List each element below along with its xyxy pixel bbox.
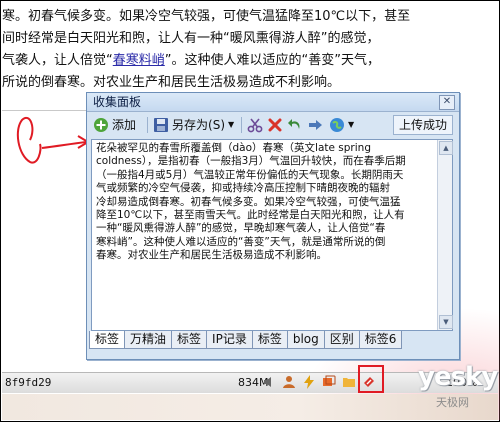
- scissors-icon: [247, 118, 263, 133]
- user-icon[interactable]: [282, 375, 296, 389]
- delete-button[interactable]: [267, 114, 286, 136]
- chevron-down-icon: ▼: [228, 120, 235, 129]
- folder-icon[interactable]: [342, 375, 356, 389]
- close-icon[interactable]: ✕: [439, 95, 455, 110]
- watermark-sub: 天极网: [436, 396, 469, 409]
- editor-line: （一般指4月或5月）气温较正常年份偏低的天气现象。长期阴雨天: [96, 168, 404, 181]
- undo-button[interactable]: [287, 114, 306, 136]
- redo-button[interactable]: [307, 114, 326, 136]
- tab-label-3[interactable]: 标签: [251, 331, 288, 349]
- delete-x-icon: [268, 118, 282, 132]
- editor-line: coldness），是指初春（一般指3月）气温回升较快，而在春季后期: [96, 155, 406, 168]
- tab-ip-record[interactable]: IP记录: [206, 331, 253, 349]
- redo-arrow-icon: [309, 120, 322, 130]
- article-line-2: 间时经常是白天阳光和煦，让人有一种“暖风熏得游人醉”的感觉，: [2, 31, 380, 46]
- undo-icon: [288, 119, 300, 129]
- editor-content: 花朵被罕见的春雪所覆盖倒（dào）春寒（英文late spring coldne…: [96, 142, 426, 263]
- tab-label-2[interactable]: 标签: [171, 331, 208, 349]
- editor-scrollbar[interactable]: ▲ ▼: [437, 140, 453, 330]
- article-link[interactable]: 春寒料峭: [113, 53, 165, 68]
- panel-toolbar: 添加 另存为 (S) ▼ ▼ 上传成功: [91, 114, 453, 136]
- editor-line: 降至10℃以下，甚至雨雪天气。此时经常是白天阳光和煦，让人有: [96, 208, 405, 221]
- editor-line: 冷却易造成倒春寒。初春气候多变。如果冷空气较强，可使气温猛: [96, 195, 401, 208]
- status-text: 8f9fd29: [5, 376, 52, 389]
- scroll-down-icon[interactable]: ▼: [439, 315, 453, 329]
- add-icon: [94, 118, 108, 132]
- article-line-3: 气袭人，让人倍觉“春寒料峭”。这种使人难以适应的“善变”天气，: [2, 53, 380, 68]
- globe-menu-button[interactable]: ▼: [329, 114, 354, 136]
- editor-line: 花朵被罕见的春雪所覆盖倒（dào）春寒（英文late spring: [96, 142, 371, 154]
- editor-line: 气或频繁的冷空气侵袭，抑或持续冷高压控制下晴朗夜晚的辐射: [96, 182, 390, 195]
- collection-editor[interactable]: 花朵被罕见的春雪所覆盖倒（dào）春寒（英文late spring coldne…: [91, 139, 453, 331]
- panel-titlebar[interactable]: 收集面板 ✕: [87, 93, 459, 112]
- editor-line: 寒料峭”。这种使人难以适应的“善变”天气，就是通常所说的倒: [96, 235, 386, 248]
- tab-blog[interactable]: blog: [286, 331, 325, 349]
- toolbar-separator: [147, 117, 148, 133]
- tab-label-6[interactable]: 标签6: [358, 331, 403, 349]
- globe-icon: [330, 118, 344, 132]
- editor-line: 一种“暖风熏得游人醉”的感觉，早晚却寒气袭人，让人倍觉“春: [96, 222, 386, 235]
- window-icon[interactable]: [322, 375, 336, 389]
- lightning-icon[interactable]: [302, 375, 316, 389]
- panel-title: 收集面板: [93, 95, 142, 109]
- red-annotation-scribble: [16, 117, 90, 164]
- toolbar-separator: [241, 117, 242, 133]
- speaker-icon[interactable]: [262, 375, 276, 389]
- highlight-box: [358, 365, 384, 393]
- tab-wanjingyou[interactable]: 万精油: [124, 331, 173, 349]
- add-button[interactable]: 添加: [93, 114, 136, 136]
- floppy-disk-icon: [154, 118, 168, 132]
- watermark-logo: yesky: [418, 362, 498, 392]
- article-line-4: 所说的倒春寒。对农业生产和居民生活极易造成不利影响。: [2, 75, 341, 90]
- tab-label-1[interactable]: 标签: [89, 331, 126, 349]
- panel-tabs: 标签 万精油 标签 IP记录 标签 blog 区别 标签6: [89, 331, 403, 349]
- editor-line: 春寒。对农业生产和居民生活极易造成不利影响。: [96, 249, 327, 262]
- collection-panel: 收集面板 ✕ 添加 另存为 (S) ▼ ▼ 上传成功 花朵被罕见的春雪所覆盖倒（…: [86, 92, 460, 360]
- chevron-down-icon: ▼: [348, 120, 355, 129]
- save-as-button[interactable]: 另存为 (S) ▼: [153, 114, 234, 136]
- cut-button[interactable]: [247, 114, 266, 136]
- article-line-1: 寒。初春气候多变。如果冷空气较强，可使气温猛降至10℃以下，甚至: [2, 9, 411, 24]
- bottom-background-strip: [2, 394, 498, 420]
- tab-difference[interactable]: 区别: [323, 331, 360, 349]
- scroll-up-icon[interactable]: ▲: [439, 141, 453, 155]
- upload-status-button[interactable]: 上传成功: [392, 115, 453, 135]
